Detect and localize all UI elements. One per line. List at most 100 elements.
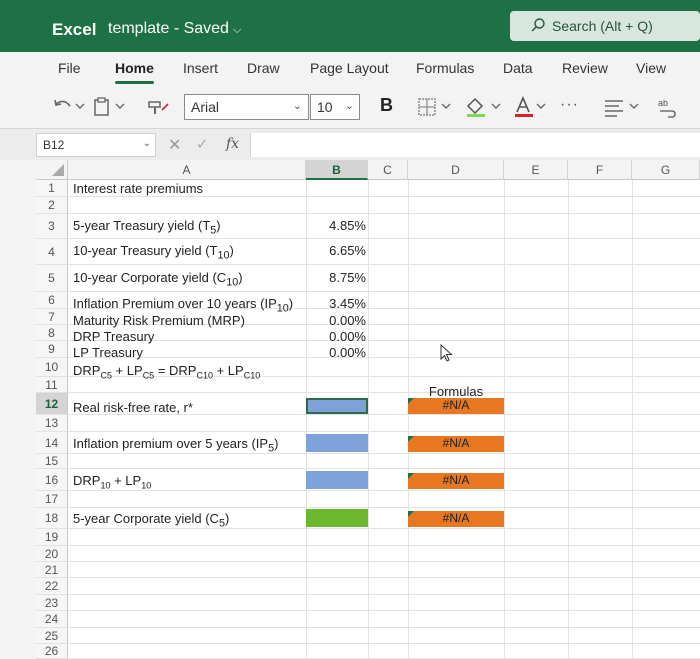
column-header-b[interactable]: B xyxy=(306,160,368,180)
bold-button[interactable]: B xyxy=(380,95,393,116)
row-header-5[interactable]: 5 xyxy=(36,265,68,292)
cell-d12[interactable]: #N/A xyxy=(408,398,504,414)
cell-b8[interactable]: 0.00% xyxy=(306,329,366,344)
row-header-26[interactable]: 26 xyxy=(36,644,68,659)
tab-formulas[interactable]: Formulas xyxy=(416,60,474,76)
tab-data[interactable]: Data xyxy=(503,60,533,76)
search-icon xyxy=(531,18,545,32)
chevron-down-icon: ⌄ xyxy=(292,100,302,112)
row-header-8[interactable]: 8 xyxy=(36,325,68,341)
column-header-f[interactable]: F xyxy=(568,160,632,180)
row-header-15[interactable]: 15 xyxy=(36,454,68,469)
cell-a14[interactable]: Inflation premium over 5 years (IP5) xyxy=(73,436,278,455)
row-header-12[interactable]: 12 xyxy=(36,393,68,415)
row-header-6[interactable]: 6 xyxy=(36,292,68,309)
row-header-13[interactable]: 13 xyxy=(36,415,68,432)
column-header-a[interactable]: A xyxy=(68,160,306,180)
row-header-2[interactable]: 2 xyxy=(36,197,68,214)
column-header-g[interactable]: G xyxy=(632,160,700,180)
font-name-select[interactable]: Arial ⌄ xyxy=(184,94,309,120)
cell-a12[interactable]: Real risk-free rate, r* xyxy=(73,400,193,415)
select-all-button[interactable] xyxy=(36,160,68,180)
cell-a16[interactable]: DRP10 + LP10 xyxy=(73,473,151,491)
tab-home[interactable]: Home xyxy=(115,60,154,84)
column-header-e[interactable]: E xyxy=(504,160,568,180)
row-header-7[interactable]: 7 xyxy=(36,309,68,325)
row-header-10[interactable]: 10 xyxy=(36,358,68,377)
cell-a10-part4: + LP xyxy=(212,363,244,378)
wrap-text-icon[interactable]: ab xyxy=(656,96,678,118)
cell-d11[interactable]: Formulas xyxy=(408,384,504,399)
row-header-16[interactable]: 16 xyxy=(36,469,68,491)
font-color-icon[interactable] xyxy=(512,96,552,118)
gridline xyxy=(68,610,700,611)
row-header-24[interactable]: 24 xyxy=(36,611,68,628)
cell-a3[interactable]: 5-year Treasury yield (T5) xyxy=(73,218,221,237)
tab-insert[interactable]: Insert xyxy=(183,60,218,76)
row-header-1[interactable]: 1 xyxy=(36,180,68,197)
cell-a18[interactable]: 5-year Corporate yield (C5) xyxy=(73,511,229,530)
row-header-19[interactable]: 19 xyxy=(36,529,68,546)
document-title[interactable]: template - Saved ⌵ xyxy=(108,20,241,38)
align-icon[interactable] xyxy=(602,96,646,118)
cell-a6[interactable]: Inflation Premium over 10 years (IP10) xyxy=(73,296,293,315)
tab-review[interactable]: Review xyxy=(562,60,608,76)
column-header-c[interactable]: C xyxy=(368,160,408,180)
row-header-22[interactable]: 22 xyxy=(36,578,68,595)
search-box[interactable]: Search (Alt + Q) xyxy=(510,11,700,41)
cell-a1[interactable]: Interest rate premiums xyxy=(73,181,203,196)
column-header-d[interactable]: D xyxy=(408,160,504,180)
search-placeholder: Search (Alt + Q) xyxy=(552,18,653,34)
spreadsheet-grid: A B C D E F G 1 2 3 4 5 6 7 8 9 10 11 12 13 14 15 16 17 1… xyxy=(0,160,700,659)
tab-file[interactable]: File xyxy=(58,60,81,76)
cell-a7[interactable]: Maturity Risk Premium (MRP) xyxy=(73,313,245,328)
cell-a8[interactable]: DRP Treasury xyxy=(73,329,154,344)
cancel-icon[interactable]: ✕ xyxy=(168,135,181,155)
row-header-9[interactable]: 9 xyxy=(36,341,68,358)
row-header-17[interactable]: 17 xyxy=(36,491,68,508)
gridline xyxy=(368,180,369,659)
fill-color-icon[interactable] xyxy=(464,96,508,118)
cell-b18[interactable] xyxy=(306,509,368,527)
row-header-25[interactable]: 25 xyxy=(36,628,68,644)
font-size-select[interactable]: 10 ⌄ xyxy=(310,94,360,120)
row-header-20[interactable]: 20 xyxy=(36,546,68,562)
cell-a5[interactable]: 10-year Corporate yield (C10) xyxy=(73,270,243,289)
cell-b7[interactable]: 0.00% xyxy=(306,313,366,328)
row-header-23[interactable]: 23 xyxy=(36,595,68,611)
tab-draw[interactable]: Draw xyxy=(247,60,280,76)
cell-d14[interactable]: #N/A xyxy=(408,436,504,452)
more-options-icon[interactable]: ··· xyxy=(560,96,579,118)
check-icon[interactable]: ✓ xyxy=(196,135,209,153)
clipboard-icon[interactable] xyxy=(92,96,128,118)
cell-d16[interactable]: #N/A xyxy=(408,473,504,489)
cell-b5[interactable]: 8.75% xyxy=(306,270,366,285)
row-header-18[interactable]: 18 xyxy=(36,508,68,529)
row-header-4[interactable]: 4 xyxy=(36,239,68,265)
cell-b4[interactable]: 6.65% xyxy=(306,243,366,258)
formula-input[interactable] xyxy=(250,133,700,157)
cell-a9[interactable]: LP Treasury xyxy=(73,345,143,360)
undo-icon[interactable] xyxy=(52,96,86,118)
cell-b16[interactable] xyxy=(306,471,368,489)
cell-b6[interactable]: 3.45% xyxy=(306,296,366,311)
row-header-21[interactable]: 21 xyxy=(36,562,68,578)
tab-page-layout[interactable]: Page Layout xyxy=(310,60,389,76)
cell-d18[interactable]: #N/A xyxy=(408,511,504,527)
cell-b14[interactable] xyxy=(306,434,368,452)
cell-b12-selected[interactable] xyxy=(306,398,368,414)
row-header-11[interactable]: 11 xyxy=(36,377,68,393)
cell-b3[interactable]: 4.85% xyxy=(306,218,366,233)
borders-icon[interactable] xyxy=(416,96,456,118)
cell-a4[interactable]: 10-year Treasury yield (T10) xyxy=(73,243,234,262)
tab-view[interactable]: View xyxy=(636,60,666,76)
cell-a10[interactable]: DRPC5 + LPC5 = DRPC10 + LPC10 xyxy=(73,363,260,381)
gridline xyxy=(68,561,700,562)
gridline xyxy=(68,340,700,341)
cell-b9[interactable]: 0.00% xyxy=(306,345,366,360)
format-painter-icon[interactable] xyxy=(146,96,170,118)
row-header-14[interactable]: 14 xyxy=(36,432,68,454)
row-header-3[interactable]: 3 xyxy=(36,214,68,239)
name-box[interactable]: B12 ⌄ xyxy=(36,133,156,157)
insert-function-button[interactable]: fx xyxy=(226,136,239,152)
